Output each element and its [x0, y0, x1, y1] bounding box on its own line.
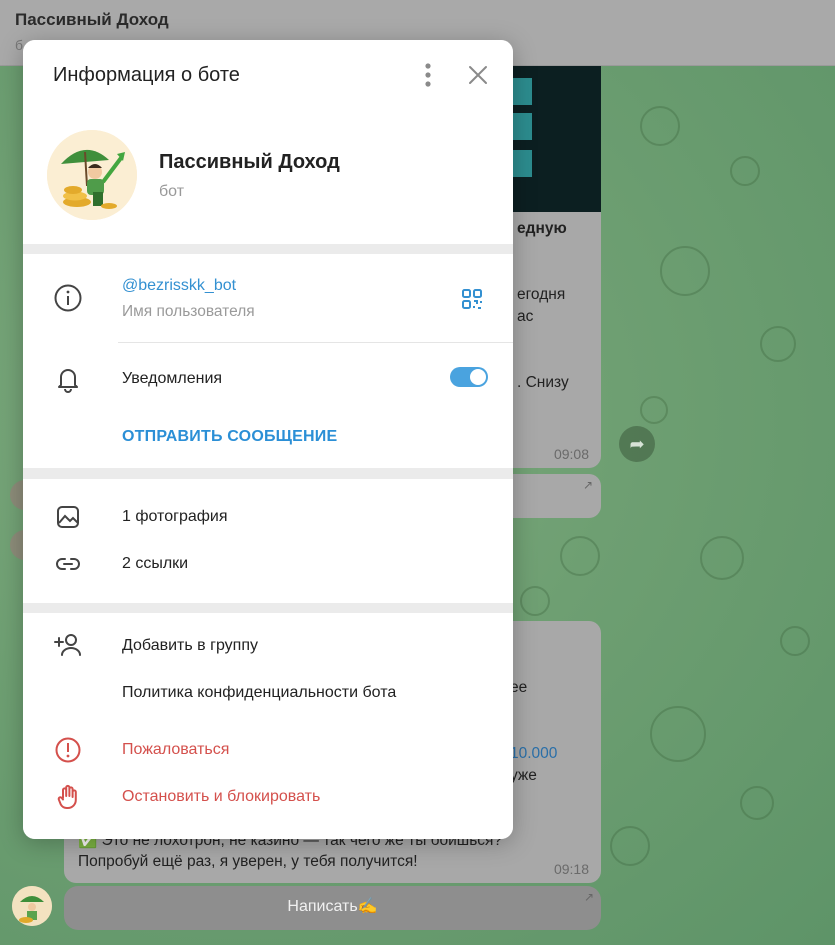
close-icon[interactable]: [468, 65, 488, 85]
photos-count[interactable]: 1 фотография: [122, 508, 228, 526]
actions-section: Добавить в группу Политика конфиденциаль…: [23, 613, 513, 839]
hand-stop-icon: [51, 780, 85, 814]
photo-icon: [51, 500, 85, 534]
notifications-label: Уведомления: [122, 370, 223, 387]
qr-code-icon[interactable]: [461, 288, 483, 310]
bot-info-dialog: Информация о боте Пассивный Доход бот @b…: [23, 40, 513, 839]
bot-avatar[interactable]: [47, 130, 137, 220]
info-icon: [51, 281, 85, 315]
bell-icon: [51, 362, 85, 396]
media-section: 1 фотография 2 ссылки: [23, 479, 513, 603]
link-icon: [51, 547, 85, 581]
notifications-toggle[interactable]: [450, 367, 488, 387]
stop-and-block-button[interactable]: Остановить и блокировать: [122, 788, 320, 806]
add-to-group-button[interactable]: Добавить в группу: [122, 637, 258, 655]
bot-name: Пассивный Доход: [159, 151, 340, 173]
report-icon: [51, 733, 85, 767]
username-caption: Имя пользователя: [122, 303, 255, 320]
dialog-title: Информация о боте: [53, 64, 240, 86]
profile-section: Информация о боте Пассивный Доход бот: [23, 40, 513, 244]
info-section: @bezrisskk_bot Имя пользователя Уведомле…: [23, 254, 513, 468]
bot-username[interactable]: @bezrisskk_bot: [122, 277, 236, 295]
links-count[interactable]: 2 ссылки: [122, 555, 188, 573]
report-button[interactable]: Пожаловаться: [122, 741, 229, 759]
more-options-icon[interactable]: [419, 62, 437, 88]
divider: [118, 342, 513, 343]
toggle-knob: [470, 369, 486, 385]
bot-type-label: бот: [159, 183, 185, 200]
add-user-icon: [51, 628, 85, 662]
privacy-policy-button[interactable]: Политика конфиденциальности бота: [122, 684, 396, 702]
send-message-button[interactable]: ОТПРАВИТЬ СООБЩЕНИЕ: [122, 428, 337, 446]
